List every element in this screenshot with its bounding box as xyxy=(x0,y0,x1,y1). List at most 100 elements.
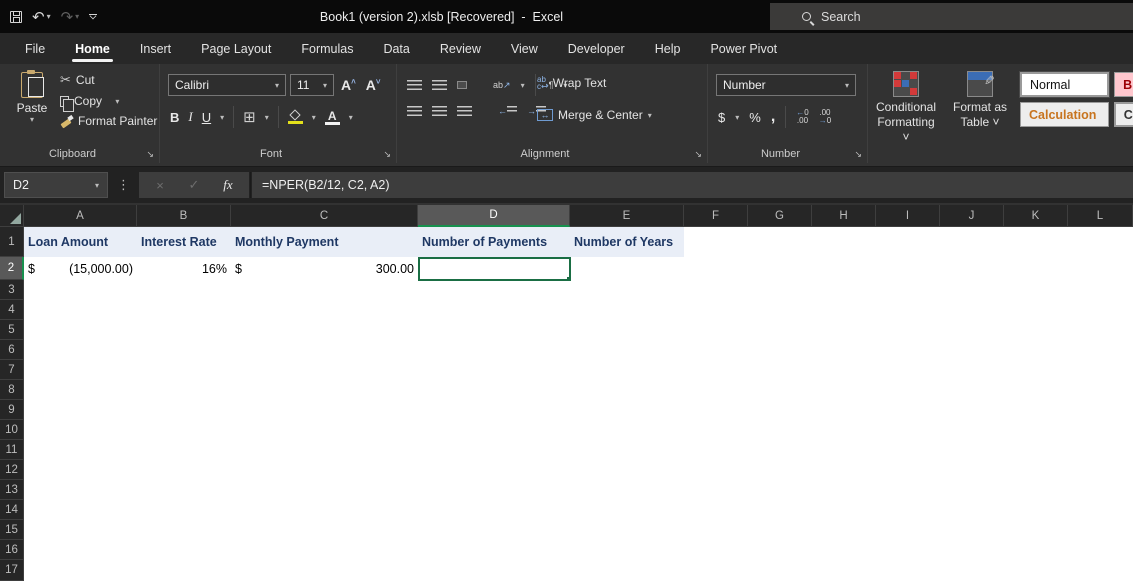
merge-center-button[interactable]: ↔ Merge & Center ▾ xyxy=(537,108,652,122)
cell-D7[interactable] xyxy=(418,360,571,381)
cell-E16[interactable] xyxy=(570,540,685,561)
chevron-down-icon[interactable]: ▾ xyxy=(521,81,525,90)
cell-L6[interactable] xyxy=(1068,340,1133,361)
cell-D14[interactable] xyxy=(418,500,571,521)
cell-style-normal[interactable]: Normal xyxy=(1020,72,1109,97)
cell-L1[interactable] xyxy=(1068,227,1133,258)
cell-I15[interactable] xyxy=(876,520,941,541)
cell-J8[interactable] xyxy=(940,380,1005,401)
cell-A2[interactable]: $(15,000.00) xyxy=(24,257,138,281)
cell-F5[interactable] xyxy=(684,320,749,341)
cell-G13[interactable] xyxy=(748,480,813,501)
cell-B15[interactable] xyxy=(137,520,232,541)
cell-B11[interactable] xyxy=(137,440,232,461)
cell-A9[interactable] xyxy=(24,400,138,421)
cell-B8[interactable] xyxy=(137,380,232,401)
cell-J5[interactable] xyxy=(940,320,1005,341)
cell-E11[interactable] xyxy=(570,440,685,461)
cell-G3[interactable] xyxy=(748,280,813,301)
cell-K2[interactable] xyxy=(1004,257,1069,281)
cell-C4[interactable] xyxy=(231,300,419,321)
cell-F9[interactable] xyxy=(684,400,749,421)
cell-B7[interactable] xyxy=(137,360,232,381)
align-left-icon[interactable] xyxy=(407,106,422,116)
cell-C14[interactable] xyxy=(231,500,419,521)
cell-A10[interactable] xyxy=(24,420,138,441)
cell-B10[interactable] xyxy=(137,420,232,441)
cell-C10[interactable] xyxy=(231,420,419,441)
row-header-14[interactable]: 14 xyxy=(0,500,24,520)
cell-F7[interactable] xyxy=(684,360,749,381)
format-as-table-button[interactable]: Format as Table ˅ xyxy=(948,72,1012,145)
tab-review[interactable]: Review xyxy=(425,33,496,64)
cell-L17[interactable] xyxy=(1068,560,1133,581)
cell-L9[interactable] xyxy=(1068,400,1133,421)
cell-K8[interactable] xyxy=(1004,380,1069,401)
cell-D10[interactable] xyxy=(418,420,571,441)
cell-G17[interactable] xyxy=(748,560,813,581)
cell-L13[interactable] xyxy=(1068,480,1133,501)
cell-K17[interactable] xyxy=(1004,560,1069,581)
row-header-1[interactable]: 1 xyxy=(0,227,24,257)
cell-C11[interactable] xyxy=(231,440,419,461)
cell-K1[interactable] xyxy=(1004,227,1069,258)
cell-C9[interactable] xyxy=(231,400,419,421)
chevron-down-icon[interactable]: ▾ xyxy=(265,113,269,122)
cell-K10[interactable] xyxy=(1004,420,1069,441)
cell-E2[interactable] xyxy=(570,257,685,281)
cell-I17[interactable] xyxy=(876,560,941,581)
cell-L8[interactable] xyxy=(1068,380,1133,401)
column-header-D[interactable]: D xyxy=(418,205,570,227)
orientation-button[interactable]: ab↗ xyxy=(493,80,511,91)
select-all-corner[interactable] xyxy=(0,205,24,227)
cut-button[interactable]: ✂Cut xyxy=(60,72,157,88)
number-format-select[interactable]: Number▾ xyxy=(716,74,856,96)
cell-H14[interactable] xyxy=(812,500,877,521)
cell-J9[interactable] xyxy=(940,400,1005,421)
cell-A8[interactable] xyxy=(24,380,138,401)
copy-button[interactable]: Copy ▾ xyxy=(60,94,157,108)
decrease-indent-button[interactable]: ← xyxy=(498,106,517,116)
cell-A11[interactable] xyxy=(24,440,138,461)
cell-style-bad[interactable]: B xyxy=(1114,72,1133,97)
cell-G16[interactable] xyxy=(748,540,813,561)
paste-button[interactable]: Paste ▾ xyxy=(10,72,54,124)
row-header-8[interactable]: 8 xyxy=(0,380,24,400)
column-header-G[interactable]: G xyxy=(748,205,812,227)
cell-I1[interactable] xyxy=(876,227,941,258)
column-header-J[interactable]: J xyxy=(940,205,1004,227)
cell-E3[interactable] xyxy=(570,280,685,301)
cell-F12[interactable] xyxy=(684,460,749,481)
cell-H16[interactable] xyxy=(812,540,877,561)
cell-H6[interactable] xyxy=(812,340,877,361)
cell-E15[interactable] xyxy=(570,520,685,541)
cell-D5[interactable] xyxy=(418,320,571,341)
cell-style-calculation[interactable]: Calculation xyxy=(1020,102,1109,127)
cell-F17[interactable] xyxy=(684,560,749,581)
fill-color-button[interactable] xyxy=(288,110,303,124)
cell-B6[interactable] xyxy=(137,340,232,361)
column-header-C[interactable]: C xyxy=(231,205,418,227)
cell-E5[interactable] xyxy=(570,320,685,341)
cell-A1[interactable]: Loan Amount xyxy=(24,227,138,258)
clipboard-dialog-launcher[interactable]: ↘ xyxy=(146,149,154,160)
cell-D1[interactable]: Number of Payments xyxy=(418,227,571,258)
cell-H3[interactable] xyxy=(812,280,877,301)
column-header-B[interactable]: B xyxy=(137,205,231,227)
fill-handle[interactable] xyxy=(566,276,571,281)
row-header-17[interactable]: 17 xyxy=(0,560,24,581)
increase-decimal-button[interactable]: ←0.00 xyxy=(796,109,808,125)
increase-font-size-button[interactable]: A˄ xyxy=(338,77,359,93)
underline-button[interactable]: U xyxy=(202,110,211,125)
cell-H1[interactable] xyxy=(812,227,877,258)
cell-H2[interactable] xyxy=(812,257,877,281)
cell-D16[interactable] xyxy=(418,540,571,561)
cell-B3[interactable] xyxy=(137,280,232,301)
cell-J4[interactable] xyxy=(940,300,1005,321)
chevron-down-icon[interactable]: ▾ xyxy=(349,113,353,122)
cell-J10[interactable] xyxy=(940,420,1005,441)
chevron-down-icon[interactable]: ▾ xyxy=(115,97,119,106)
font-name-select[interactable]: Calibri▾ xyxy=(168,74,286,96)
cell-I6[interactable] xyxy=(876,340,941,361)
cell-C6[interactable] xyxy=(231,340,419,361)
